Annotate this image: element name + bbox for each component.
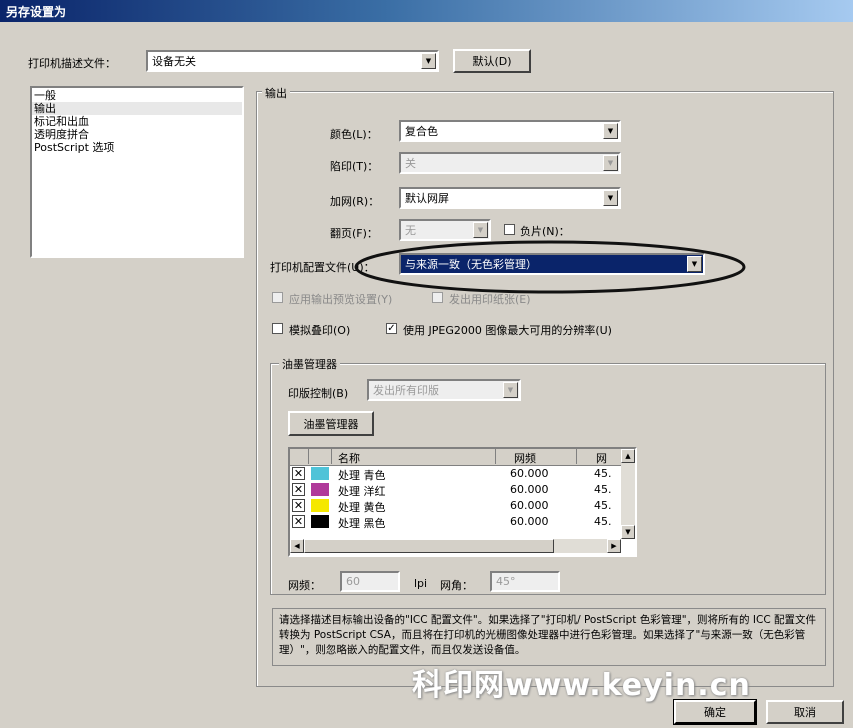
window-title: 另存设置为 (6, 5, 67, 19)
description-box: 请选择描述目标输出设备的"ICC 配置文件"。如果选择了"打印机/ PostSc… (272, 608, 826, 666)
ink-angle: 45. (594, 499, 612, 512)
simulate-overprint-label: 模拟叠印(O) (289, 324, 351, 337)
negative-label: 负片(N)： (520, 225, 570, 238)
default-button[interactable]: 默认(D) (453, 49, 531, 73)
scroll-down-icon[interactable]: ▼ (621, 525, 635, 539)
ink-frequency: 60.000 (510, 483, 549, 496)
apply-preview-checkbox[interactable] (272, 292, 283, 303)
highlight-ellipse (354, 240, 746, 294)
ink-manager-group-label: 油墨管理器 (279, 356, 340, 372)
close-icon[interactable]: ✕ (292, 499, 305, 512)
chevron-down-icon: ▼ (503, 382, 518, 398)
frequency-value: 60 (346, 575, 360, 588)
chevron-down-icon: ▼ (603, 123, 618, 139)
color-label: 颜色(L)： (330, 128, 378, 141)
category-item-marks-bleed[interactable]: 标记和出血 (32, 115, 242, 128)
category-item-output[interactable]: 输出 (32, 102, 242, 115)
apply-preview-label: 应用输出预览设置(Y) (289, 293, 393, 306)
category-item-postscript[interactable]: PostScript 选项 (32, 141, 242, 154)
ink-angle: 45. (594, 515, 612, 528)
ink-angle: 45. (594, 467, 612, 480)
ink-frequency: 60.000 (510, 467, 549, 480)
swatch-yellow (311, 499, 329, 512)
angle-input[interactable]: 45° (490, 571, 560, 592)
swatch-black (311, 515, 329, 528)
plate-control-label: 印版控制(B) (288, 387, 349, 400)
ink-manager-button[interactable]: 油墨管理器 (288, 411, 374, 436)
close-icon[interactable]: ✕ (292, 483, 305, 496)
simulate-overprint-checkbox[interactable] (272, 323, 283, 334)
chevron-down-icon: ▼ (473, 222, 488, 238)
frequency-label: 网频： (288, 579, 321, 592)
color-select[interactable]: 复合色 ▼ (399, 120, 621, 142)
jpeg2000-label: 使用 JPEG2000 图像最大可用的分辨率(U) (403, 324, 612, 337)
close-icon[interactable]: ✕ (292, 515, 305, 528)
title-bar: 另存设置为 (0, 0, 853, 22)
header-cell-swatch (309, 449, 332, 464)
scroll-up-icon[interactable]: ▲ (621, 449, 635, 463)
ink-name: 处理 黄色 (338, 501, 386, 514)
ppd-label: 打印机描述文件： (28, 57, 116, 70)
output-group-label: 输出 (262, 85, 290, 101)
ppd-select[interactable]: 设备无关 ▼ (146, 50, 439, 72)
ink-frequency: 60.000 (510, 499, 549, 512)
color-value: 复合色 (405, 125, 438, 138)
ink-name: 处理 青色 (338, 469, 386, 482)
screening-value: 默认网屏 (405, 192, 449, 205)
scroll-thumb[interactable] (304, 539, 554, 553)
table-row[interactable]: ✕ 处理 黑色 60.000 45. (290, 514, 621, 530)
jpeg2000-checkbox[interactable]: ✓ (386, 323, 397, 334)
scroll-track[interactable] (621, 463, 635, 525)
ink-name: 处理 洋红 (338, 485, 386, 498)
screening-select[interactable]: 默认网屏 ▼ (399, 187, 621, 209)
close-icon[interactable]: ✕ (292, 467, 305, 480)
angle-label: 网角： (440, 579, 473, 592)
category-item-general[interactable]: 一般 (32, 89, 242, 102)
horizontal-scrollbar[interactable]: ◀ ▶ (290, 539, 621, 553)
swatch-cyan (311, 467, 329, 480)
ppd-value: 设备无关 (152, 55, 196, 68)
chevron-down-icon: ▼ (603, 190, 618, 206)
flip-value: 无 (405, 224, 416, 237)
scroll-left-icon[interactable]: ◀ (290, 539, 304, 553)
plate-control-value: 发出所有印版 (373, 384, 439, 397)
category-list[interactable]: 一般 输出 标记和出血 透明度拼合 PostScript 选项 (30, 86, 244, 258)
lpi-label: lpi (414, 577, 428, 590)
negative-checkbox[interactable] (504, 224, 515, 235)
column-divider (495, 449, 496, 464)
scroll-right-icon[interactable]: ▶ (607, 539, 621, 553)
trapping-label: 陷印(T)： (330, 160, 379, 173)
screening-label: 加网(R)： (330, 195, 380, 208)
column-header-angle[interactable]: 网 (596, 450, 607, 466)
ink-table-header: 名称 网频 网 (290, 449, 621, 466)
category-item-flattener[interactable]: 透明度拼合 (32, 128, 242, 141)
header-cell-select (290, 449, 309, 464)
send-marks-label: 发出用印纸张(E) (449, 293, 531, 306)
chevron-down-icon: ▼ (603, 155, 618, 171)
column-header-name[interactable]: 名称 (338, 450, 360, 466)
vertical-scrollbar[interactable]: ▲ ▼ (621, 449, 635, 539)
ink-frequency: 60.000 (510, 515, 549, 528)
plate-control-select[interactable]: 发出所有印版 ▼ (367, 379, 521, 401)
watermark: 科印网www.keyin.cn (412, 668, 751, 703)
ink-table[interactable]: 名称 网频 网 ✕ 处理 青色 60.000 45. ✕ 处理 洋红 60.00… (288, 447, 637, 557)
send-marks-checkbox[interactable] (432, 292, 443, 303)
column-header-frequency[interactable]: 网频 (514, 450, 536, 466)
ink-name: 处理 黑色 (338, 517, 386, 530)
table-row[interactable]: ✕ 处理 青色 60.000 45. (290, 466, 621, 482)
frequency-input[interactable]: 60 (340, 571, 400, 592)
trapping-value: 关 (405, 157, 416, 170)
column-divider (576, 449, 577, 464)
ok-button[interactable]: 确定 (673, 699, 757, 725)
trapping-select[interactable]: 关 ▼ (399, 152, 621, 174)
ink-angle: 45. (594, 483, 612, 496)
cancel-button[interactable]: 取消 (766, 700, 844, 724)
chevron-down-icon: ▼ (421, 53, 436, 69)
table-row[interactable]: ✕ 处理 黄色 60.000 45. (290, 498, 621, 514)
ink-rows: ✕ 处理 青色 60.000 45. ✕ 处理 洋红 60.000 45. ✕ … (290, 466, 621, 530)
swatch-magenta (311, 483, 329, 496)
table-row[interactable]: ✕ 处理 洋红 60.000 45. (290, 482, 621, 498)
angle-value: 45° (496, 575, 516, 588)
